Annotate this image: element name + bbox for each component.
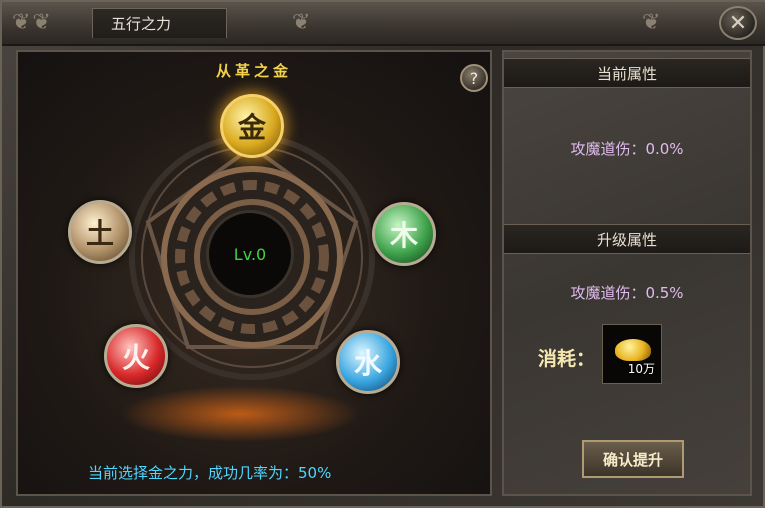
- fire-glow: [120, 386, 360, 442]
- element-fire-label: 火: [121, 341, 150, 374]
- element-water-label: 水: [353, 347, 382, 380]
- cost-item-slot[interactable]: 10万: [602, 324, 662, 384]
- dialog-frame: ❦❦ 五行之力 ❦ ❦ ✕ 从革之金 ? Lv.0 金 木 水 火 土 当前选择…: [0, 0, 765, 508]
- window-title-tab: 五行之力: [92, 8, 227, 38]
- title-bar: ❦❦ 五行之力 ❦ ❦ ✕: [2, 2, 765, 46]
- window-title: 五行之力: [111, 15, 172, 33]
- current-attr-value: 攻魔道伤：0.0%: [570, 140, 684, 158]
- element-metal-label: 金: [237, 111, 266, 144]
- upgrade-attr-header: 升级属性: [504, 224, 750, 254]
- element-fire[interactable]: 火: [104, 324, 168, 388]
- success-rate-text: 当前选择金之力，成功几率为：50%: [88, 464, 332, 482]
- current-attr-header: 当前属性: [504, 58, 750, 88]
- close-icon: ✕: [728, 10, 748, 36]
- ornament-left-icon: ❦❦: [12, 10, 53, 35]
- close-button[interactable]: ✕: [719, 6, 757, 40]
- ornament-right-icon: ❦: [642, 10, 663, 35]
- current-attr-title: 当前属性: [596, 64, 657, 83]
- level-label: Lv.0: [233, 244, 267, 264]
- element-metal[interactable]: 金: [220, 94, 284, 158]
- gold-coin-icon: [615, 339, 651, 361]
- ornament-middle-icon: ❦: [292, 10, 313, 35]
- element-earth-label: 土: [85, 217, 114, 250]
- element-wood[interactable]: 木: [372, 202, 436, 266]
- upgrade-attr-value: 攻魔道伤：0.5%: [570, 284, 684, 302]
- upgrade-attr-title: 升级属性: [596, 230, 657, 249]
- element-water[interactable]: 水: [336, 330, 400, 394]
- element-stage: 从革之金 ? Lv.0 金 木 水 火 土 当前选择金之力，成功几率为：50%: [16, 50, 492, 496]
- level-display: Lv.0: [206, 210, 294, 298]
- element-earth[interactable]: 土: [68, 200, 132, 264]
- confirm-upgrade-label: 确认提升: [602, 450, 663, 469]
- element-wood-label: 木: [389, 219, 418, 252]
- confirm-upgrade-button[interactable]: 确认提升: [582, 440, 684, 478]
- attribute-panel: 当前属性 攻魔道伤：0.0% 升级属性 攻魔道伤：0.5% 消耗： 10万 确认…: [502, 50, 752, 496]
- cost-label: 消耗：: [538, 348, 596, 370]
- cost-item-quantity: 10万: [627, 362, 655, 376]
